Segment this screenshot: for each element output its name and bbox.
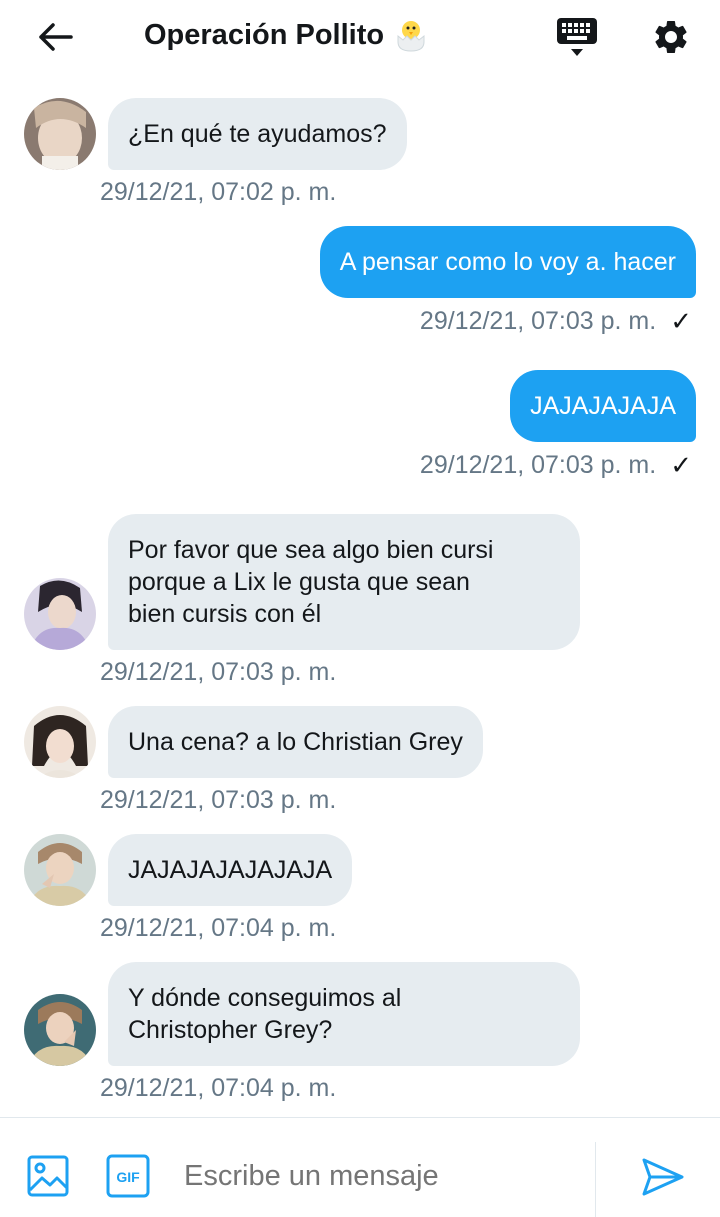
avatar[interactable] xyxy=(24,578,96,650)
message-text: Una cena? a lo Christian Grey xyxy=(128,728,463,756)
add-gif-button[interactable]: GIF xyxy=(106,1154,150,1198)
checkmark-icon: ✓ xyxy=(670,450,692,480)
message-input[interactable] xyxy=(184,1156,584,1196)
avatar[interactable] xyxy=(24,834,96,906)
message-timestamp-row: 29/12/21, 07:03 p. m. ✓ xyxy=(420,450,692,481)
message-timestamp: 29/12/21, 07:02 p. m. xyxy=(100,178,337,206)
message-timestamp: 29/12/21, 07:03 p. m. xyxy=(100,658,337,686)
arrow-left-icon xyxy=(39,23,73,51)
message-bubble-incoming[interactable]: Una cena? a lo Christian Grey xyxy=(108,706,483,778)
message-timestamp: 29/12/21, 07:04 p. m. xyxy=(100,1074,337,1102)
conversation-title[interactable]: Operación Pollito xyxy=(144,18,428,52)
message-bubble-outgoing[interactable]: JAJAJAJAJA xyxy=(510,370,696,442)
back-button[interactable] xyxy=(30,14,80,60)
message-bubble-incoming[interactable]: ¿En qué te ayudamos? xyxy=(108,98,407,170)
avatar-photo xyxy=(24,994,96,1066)
message-timestamp-row: 29/12/21, 07:03 p. m. ✓ xyxy=(420,306,692,337)
message-timestamp: 29/12/21, 07:04 p. m. xyxy=(100,914,337,942)
avatar-photo xyxy=(24,578,96,650)
message-timestamp: 29/12/21, 07:03 p. m. xyxy=(100,786,337,814)
gif-label: GIF xyxy=(116,1169,140,1185)
message-timestamp: 29/12/21, 07:03 p. m. xyxy=(419,307,657,335)
send-icon xyxy=(642,1158,684,1196)
message-text: JAJAJAJAJA xyxy=(530,392,676,420)
settings-button[interactable] xyxy=(646,12,696,62)
avatar[interactable] xyxy=(24,98,96,170)
avatar-photo xyxy=(24,834,96,906)
hatching-chick-icon xyxy=(397,21,425,52)
add-image-button[interactable] xyxy=(26,1154,70,1198)
gear-icon xyxy=(655,20,687,53)
message-bubble-incoming[interactable]: Por favor que sea algo bien cursi porque… xyxy=(108,514,580,650)
avatar[interactable] xyxy=(24,994,96,1066)
message-text: JAJAJAJAJAJAJA xyxy=(128,856,333,884)
checkmark-icon: ✓ xyxy=(670,306,692,336)
composer-divider xyxy=(595,1142,596,1217)
message-text: A pensar como lo voy a. hacer xyxy=(339,248,676,276)
message-text: bien cursis con él xyxy=(128,600,322,628)
message-timestamp: 29/12/21, 07:03 p. m. xyxy=(419,451,657,479)
avatar[interactable] xyxy=(24,706,96,778)
message-text: Por favor que sea algo bien cursi xyxy=(128,536,494,564)
message-text: Christopher Grey? xyxy=(128,1016,333,1044)
title-text: Operación Pollito xyxy=(144,18,385,51)
message-text: ¿En qué te ayudamos? xyxy=(128,120,387,148)
message-text: Y dónde conseguimos al xyxy=(128,984,402,1012)
send-button[interactable] xyxy=(640,1154,686,1200)
image-icon xyxy=(27,1155,69,1197)
conversation-header: Operación Pollito xyxy=(0,0,720,76)
avatar-photo xyxy=(24,706,96,778)
message-bubble-incoming[interactable]: Y dónde conseguimos al Christopher Grey? xyxy=(108,962,580,1066)
message-bubble-outgoing[interactable]: A pensar como lo voy a. hacer xyxy=(319,226,696,298)
gif-icon: GIF xyxy=(106,1154,150,1198)
message-text: porque a Lix le gusta que sean xyxy=(128,568,470,596)
keyboard-icon xyxy=(557,18,597,56)
message-bubble-incoming[interactable]: JAJAJAJAJAJAJA xyxy=(108,834,353,906)
keyboard-button[interactable] xyxy=(550,14,604,60)
message-composer: GIF xyxy=(0,1117,720,1217)
avatar-photo xyxy=(24,98,96,170)
